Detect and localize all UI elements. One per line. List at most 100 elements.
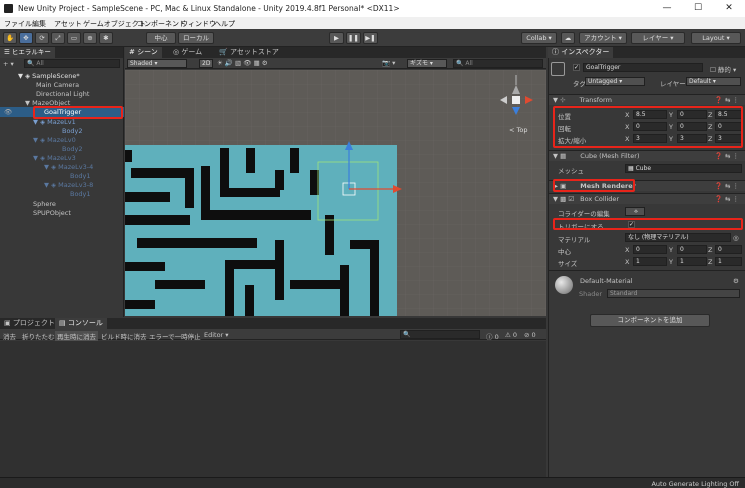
list-item[interactable]: ▼ ◈ MazeLv0 xyxy=(33,136,76,144)
size-x-field[interactable]: 1 xyxy=(633,257,667,266)
physic-material-field[interactable]: なし (物理マテリアル) xyxy=(625,233,731,242)
object-name-input[interactable]: GoalTrigger xyxy=(583,63,703,72)
transform-tool-icon[interactable]: ⊕ xyxy=(83,32,97,44)
close-button[interactable]: ✕ xyxy=(714,0,744,17)
cloud-icon[interactable]: ☁ xyxy=(561,32,575,44)
pivot-toggle-button[interactable]: 中心 xyxy=(146,32,176,44)
scene-toggle-icons[interactable]: ☀ 🔊 ▧ 👁 ▦ ⚙ xyxy=(217,59,268,67)
tab-hierarchy[interactable]: ☰ ヒエラルキー xyxy=(0,47,55,58)
list-item[interactable]: ▼ ◈ MazeLv3 xyxy=(33,154,76,162)
error-count[interactable]: ⊘ 0 xyxy=(524,331,536,339)
tab-inspector[interactable]: ⓘ インスペクター xyxy=(548,47,614,58)
warning-count[interactable]: ⚠ 0 xyxy=(505,331,517,339)
rect-tool-icon[interactable]: ▭ xyxy=(67,32,81,44)
scene-viewport[interactable]: < Top xyxy=(125,70,546,316)
list-item[interactable]: Body2 xyxy=(62,145,83,153)
minimize-button[interactable]: — xyxy=(652,0,682,17)
maximize-button[interactable]: ☐ xyxy=(683,0,713,17)
list-item[interactable]: Body1 xyxy=(70,172,91,180)
menu-bar: ファイル 編集 アセット ゲームオブジェクト コンポーネント ウィンドウ ヘルプ xyxy=(0,17,745,29)
list-item[interactable]: SPUPObject xyxy=(33,209,71,217)
center-y-field[interactable]: 0 xyxy=(677,245,707,254)
menu-assets[interactable]: アセット xyxy=(54,19,82,29)
object-picker-icon[interactable]: ◎ xyxy=(733,234,739,242)
console-log-area[interactable] xyxy=(0,341,546,477)
tab-project[interactable]: ▣ プロジェクト xyxy=(0,318,59,329)
shading-dropdown[interactable]: Shaded ▾ xyxy=(127,59,187,68)
size-z-field[interactable]: 1 xyxy=(715,257,742,266)
add-component-button[interactable]: コンポーネントを追加 xyxy=(590,314,710,327)
menu-window[interactable]: ウィンドウ xyxy=(181,19,216,29)
edit-collider-button[interactable]: ⟡ xyxy=(625,207,645,216)
material-settings-icon[interactable]: ⚙ xyxy=(733,277,739,285)
edit-collider-label: コライダーの編集 xyxy=(558,210,610,218)
2d-toggle[interactable]: 2D xyxy=(199,59,213,68)
layout-dropdown[interactable]: Layout ▾ xyxy=(691,32,741,44)
space-toggle-button[interactable]: ローカル xyxy=(178,32,214,44)
move-tool-icon[interactable]: ✥ xyxy=(19,32,33,44)
camera-icon[interactable]: 📷 ▾ xyxy=(382,59,395,67)
menu-component[interactable]: コンポーネント xyxy=(137,19,186,29)
tab-console[interactable]: ▤ コンソール xyxy=(55,318,107,329)
error-pause-button[interactable]: エラーで一時停止 xyxy=(149,331,201,341)
scale-tool-icon[interactable]: ⤢ xyxy=(51,32,65,44)
list-item[interactable]: Body1 xyxy=(70,190,91,198)
list-item[interactable]: ▼ ◈ MazeLv3-8 xyxy=(44,181,93,189)
create-button[interactable]: + ▾ xyxy=(3,60,14,68)
console-search-input[interactable]: 🔍 xyxy=(400,330,480,339)
list-item[interactable]: Sphere xyxy=(33,200,56,208)
shader-dropdown[interactable]: Standard xyxy=(607,289,740,298)
center-x-field[interactable]: 0 xyxy=(633,245,667,254)
step-button[interactable]: ▶❚ xyxy=(363,32,378,44)
list-item[interactable]: ▼ ◈ SampleScene* xyxy=(18,72,80,80)
collab-dropdown[interactable]: Collab ▾ xyxy=(521,32,557,44)
hand-tool-icon[interactable]: ✋ xyxy=(3,32,17,44)
collapse-button[interactable]: 折りたたむ xyxy=(22,331,55,341)
projection-label[interactable]: < Top xyxy=(509,126,527,134)
static-dropdown[interactable]: ☐ 静的 ▾ xyxy=(710,64,736,74)
visibility-icon[interactable]: 👁 xyxy=(4,108,12,116)
clear-button[interactable]: 消去 xyxy=(3,331,16,341)
material-name[interactable]: Default-Material xyxy=(580,277,633,285)
rotate-tool-icon[interactable]: ⟳ xyxy=(35,32,49,44)
list-item[interactable]: Body2 xyxy=(62,127,83,135)
layer-dropdown[interactable]: Default ▾ xyxy=(686,77,741,86)
size-y-field[interactable]: 1 xyxy=(677,257,707,266)
menu-help[interactable]: ヘルプ xyxy=(214,19,235,29)
shader-label: Shader xyxy=(579,290,603,298)
list-item[interactable]: ▼ ◈ MazeLv3-4 xyxy=(44,163,93,171)
mesh-field[interactable]: ▦ Cube xyxy=(625,164,742,173)
title-bar: New Unity Project - SampleScene - PC, Ma… xyxy=(0,0,745,17)
menu-file[interactable]: ファイル xyxy=(4,19,32,29)
tab-scene[interactable]: # シーン xyxy=(125,47,162,58)
divider xyxy=(549,270,745,271)
log-count[interactable]: ⓘ 0 xyxy=(486,331,499,341)
mesh-filter-header[interactable]: ▼ ▦ Cube (Mesh Filter) ❓ ⇆ ⋮ xyxy=(549,150,745,161)
account-dropdown[interactable]: アカウント ▾ xyxy=(579,32,627,44)
hierarchy-search-input[interactable]: 🔍 All xyxy=(24,59,120,68)
play-button[interactable]: ▶ xyxy=(329,32,344,44)
scene-search-input[interactable]: 🔍 All xyxy=(453,59,543,68)
active-checkbox[interactable]: ✓ xyxy=(573,64,580,71)
console-tab-bar: ▣ プロジェクト ▤ コンソール xyxy=(0,318,546,329)
list-item[interactable]: ▼ ◈ MazeLv1 xyxy=(33,118,76,126)
clear-on-play-button[interactable]: 再生時に消去 xyxy=(55,331,98,341)
inspector-tab-bar: ⓘ インスペクター xyxy=(548,47,745,58)
center-z-field[interactable]: 0 xyxy=(715,245,742,254)
clear-on-build-button[interactable]: ビルド時に消去 xyxy=(101,331,147,341)
layers-dropdown[interactable]: レイヤー ▾ xyxy=(631,32,685,44)
pause-button[interactable]: ❚❚ xyxy=(346,32,361,44)
highlight-box xyxy=(553,218,743,230)
list-item[interactable]: Directional Light xyxy=(36,90,89,98)
lighting-status: Auto Generate Lighting Off xyxy=(651,480,739,488)
custom-tool-icon[interactable]: ✱ xyxy=(99,32,113,44)
editor-dropdown[interactable]: Editor ▾ xyxy=(204,331,229,339)
list-item[interactable]: Main Camera xyxy=(36,81,79,89)
menu-edit[interactable]: 編集 xyxy=(32,19,46,29)
box-collider-header[interactable]: ▼ ▩ ☑ Box Collider ❓ ⇆ ⋮ xyxy=(549,193,745,204)
tag-dropdown[interactable]: Untagged ▾ xyxy=(585,77,645,86)
tab-game[interactable]: ◎ ゲーム xyxy=(169,47,206,58)
tab-asset-store[interactable]: 🛒 アセットストア xyxy=(215,47,283,58)
transform-header[interactable]: ▼ ⊹ Transform ❓ ⇆ ⋮ xyxy=(549,94,745,105)
gizmos-dropdown[interactable]: ギズモ ▾ xyxy=(407,59,447,68)
